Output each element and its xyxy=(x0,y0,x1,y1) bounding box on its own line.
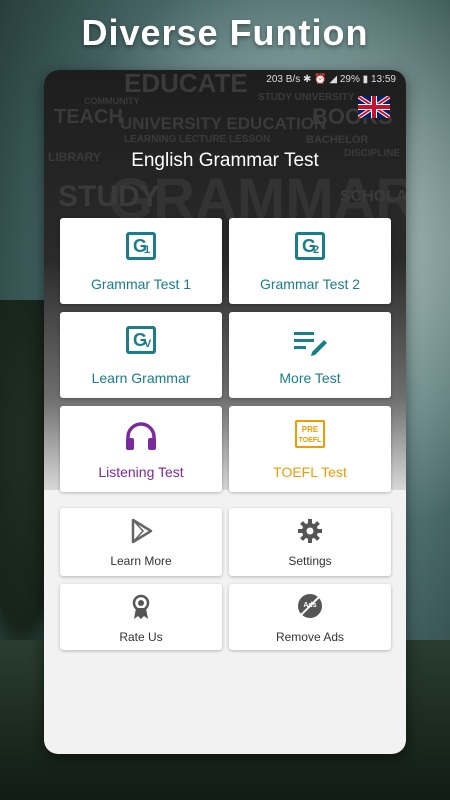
more-test-button[interactable]: More Test xyxy=(229,312,391,398)
word-cloud-word: STUDY xyxy=(58,180,160,213)
app-title: English Grammar Test xyxy=(131,150,319,171)
more-test-label: More Test xyxy=(279,370,341,386)
learn-grammar-button[interactable]: GV Learn Grammar xyxy=(60,312,222,398)
battery-level: 29% xyxy=(339,74,360,85)
settings-label: Settings xyxy=(288,554,332,568)
learn-grammar-icon: GV xyxy=(123,326,159,358)
play-store-icon xyxy=(128,518,154,544)
promo-title: Diverse Funtion xyxy=(81,12,369,53)
grammar-test-2-button[interactable]: G2 Grammar Test 2 xyxy=(229,218,391,304)
status-bar: 203 B/s ✱ ⏰ ◢ 29% ▮ 13:59 xyxy=(44,70,406,90)
bluetooth-icon: ✱ xyxy=(302,74,312,85)
headphones-icon xyxy=(123,420,159,452)
award-ribbon-icon xyxy=(128,594,154,620)
grammar-test-2-label: Grammar Test 2 xyxy=(259,276,361,292)
word-cloud-word: BACHELOR xyxy=(306,134,369,146)
word-cloud-word: TEACH xyxy=(54,106,123,128)
edit-list-icon xyxy=(292,326,328,358)
word-cloud-word: LEARNING LECTURE LESSON xyxy=(124,134,271,145)
phone-screen: EDUCATE COMMUNITY TEACH UNIVERSITY EDUCA… xyxy=(44,70,406,754)
network-speed: 203 B/s xyxy=(266,74,301,85)
listening-test-button[interactable]: Listening Test xyxy=(60,406,222,492)
listening-test-label: Listening Test xyxy=(98,464,184,480)
language-flag-icon[interactable] xyxy=(358,96,390,118)
g2-icon: G2 xyxy=(292,232,328,264)
remove-ads-icon: Ads xyxy=(297,594,323,620)
learn-grammar-label: Learn Grammar xyxy=(91,370,191,386)
remove-ads-label: Remove Ads xyxy=(275,630,345,644)
toefl-test-button[interactable]: PRE TOEFL TOEFL Test xyxy=(229,406,391,492)
word-cloud-word: COMMUNITY xyxy=(84,96,140,106)
rate-us-label: Rate Us xyxy=(119,630,163,644)
word-cloud-word: SCHOLAR xyxy=(340,188,406,205)
gear-icon xyxy=(297,518,323,544)
settings-button[interactable]: Settings xyxy=(229,508,391,576)
battery-icon: ▮ xyxy=(362,74,369,85)
signal-icon: ◢ xyxy=(329,74,338,85)
remove-ads-button[interactable]: Ads Remove Ads xyxy=(229,584,391,650)
clock-time: 13:59 xyxy=(370,74,396,85)
alarm-icon: ⏰ xyxy=(314,74,327,85)
grammar-test-1-label: Grammar Test 1 xyxy=(90,276,192,292)
learn-more-label: Learn More xyxy=(110,554,172,568)
rate-us-button[interactable]: Rate Us xyxy=(60,584,222,650)
grammar-test-1-button[interactable]: G1 Grammar Test 1 xyxy=(60,218,222,304)
pre-toefl-icon: PRE TOEFL xyxy=(292,420,328,452)
toefl-test-label: TOEFL Test xyxy=(273,464,347,480)
word-cloud-word: STUDY UNIVERSITY xyxy=(258,92,355,103)
learn-more-button[interactable]: Learn More xyxy=(60,508,222,576)
g1-icon: G1 xyxy=(123,232,159,264)
word-cloud-word: UNIVERSITY EDUCATION xyxy=(120,114,327,133)
